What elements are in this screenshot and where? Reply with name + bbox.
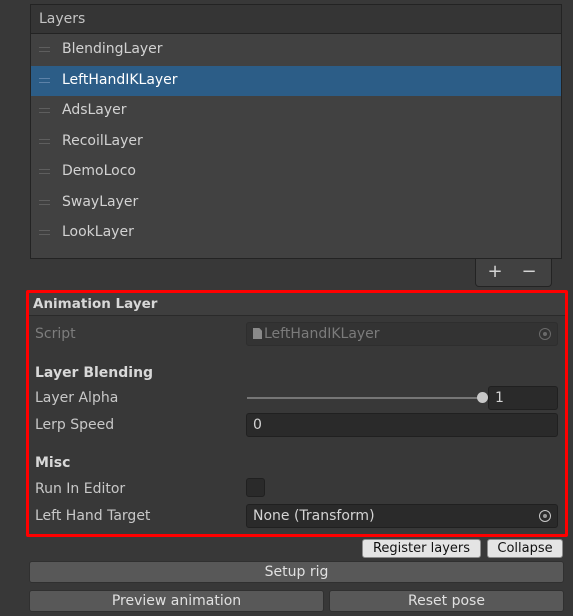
drag-handle-icon[interactable] <box>39 169 50 174</box>
register-layers-button[interactable]: Register layers <box>362 539 481 558</box>
layer-list-item[interactable]: SwayLayer <box>31 188 561 218</box>
layer-item-label: SwayLayer <box>62 193 139 210</box>
layer-list-item[interactable]: LookLayer <box>31 218 561 248</box>
layer-list-item[interactable]: RecoilLayer <box>31 127 561 157</box>
layer-item-label: DemoLoco <box>62 163 136 179</box>
layer-item-label: LeftHandIKLayer <box>62 71 178 88</box>
layer-item-label: BlendingLayer <box>62 41 163 57</box>
remove-layer-button[interactable]: − <box>514 261 544 283</box>
layer-list-item[interactable]: DemoLoco <box>31 157 561 187</box>
preview-animation-button[interactable]: Preview animation <box>29 590 324 612</box>
drag-handle-icon[interactable] <box>39 199 50 205</box>
setup-rig-button[interactable]: Setup rig <box>29 561 564 583</box>
drag-handle-icon[interactable] <box>39 138 50 144</box>
layers-list-header: Layers <box>30 4 562 33</box>
layer-item-label: AdsLayer <box>62 102 127 118</box>
layers-list-footer: + − <box>475 259 552 287</box>
layer-list-item[interactable]: BlendingLayer <box>31 35 561 65</box>
drag-handle-icon[interactable] <box>39 108 50 113</box>
layer-list-item[interactable]: LeftHandIKLayer <box>31 65 561 96</box>
layer-list-item[interactable]: AdsLayer <box>31 96 561 126</box>
collapse-button[interactable]: Collapse <box>487 539 563 558</box>
layer-item-label: RecoilLayer <box>62 132 143 149</box>
layer-item-label: LookLayer <box>62 224 134 240</box>
layers-list-title: Layers <box>39 11 86 27</box>
reset-pose-button[interactable]: Reset pose <box>329 590 564 612</box>
drag-handle-icon[interactable] <box>39 47 50 52</box>
drag-handle-icon[interactable] <box>39 77 50 83</box>
add-layer-button[interactable]: + <box>480 261 510 283</box>
layers-list: BlendingLayer LeftHandIKLayer AdsLayer Reco… <box>30 33 562 259</box>
highlight-frame <box>26 290 568 537</box>
drag-handle-icon[interactable] <box>39 230 50 235</box>
